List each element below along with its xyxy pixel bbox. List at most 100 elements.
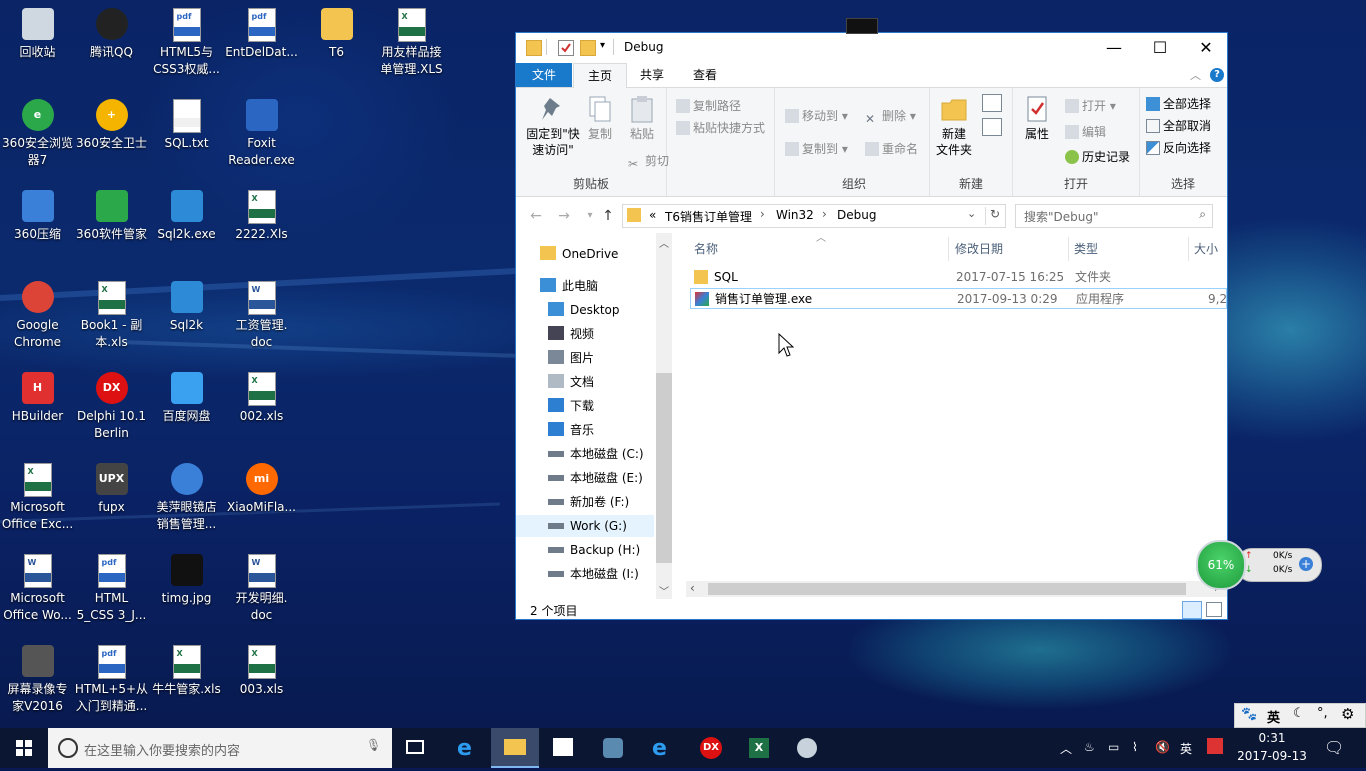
- new-item-icon[interactable]: [982, 94, 1002, 112]
- taskbar-file-explorer[interactable]: [491, 728, 539, 768]
- nav-item[interactable]: 图片: [516, 347, 654, 369]
- desktop-icon[interactable]: UPX fupx: [74, 457, 149, 545]
- breadcrumb-t6[interactable]: T6销售订单管理: [665, 208, 752, 225]
- navigation-pane[interactable]: OneDrive 此电脑 Desktop 视频 图片 文档 下载 音乐 本地磁盘 (C:) 本地磁…: [516, 233, 676, 599]
- desktop-icon[interactable]: H HBuilder: [0, 366, 75, 454]
- search-icon[interactable]: ⌕: [1199, 207, 1206, 222]
- desktop-icon[interactable]: Google Chrome: [0, 275, 75, 363]
- desktop-icon[interactable]: X 牛牛管家.xls: [149, 639, 224, 727]
- nav-scroll-thumb[interactable]: [656, 373, 672, 563]
- desktop-icon[interactable]: SQL.txt: [149, 93, 224, 181]
- start-button[interactable]: [0, 728, 48, 768]
- tray-app-icon[interactable]: ♨: [1084, 740, 1095, 754]
- address-dropdown-icon[interactable]: ⌄: [967, 207, 976, 220]
- paw-icon[interactable]: 🐾: [1241, 707, 1257, 722]
- file-row[interactable]: SQL 2017-07-15 16:25 文件夹: [690, 267, 1227, 288]
- maximize-button[interactable]: ☐: [1137, 33, 1183, 63]
- desktop-icon[interactable]: 360压缩: [0, 184, 75, 272]
- taskbar-excel[interactable]: X: [735, 728, 783, 768]
- file-row[interactable]: 销售订单管理.exe 2017-09-13 0:29 应用程序 9,27: [690, 288, 1227, 309]
- desktop-icon[interactable]: pdf HTML 5_CSS 3_J...: [74, 548, 149, 636]
- column-modified[interactable]: 修改日期: [955, 239, 1003, 259]
- action-center-icon[interactable]: 🗨: [1324, 738, 1344, 757]
- column-type[interactable]: 类型: [1074, 239, 1098, 259]
- plus-icon[interactable]: +: [1299, 557, 1313, 571]
- column-size[interactable]: 大小: [1194, 239, 1218, 259]
- properties-quick-icon[interactable]: [558, 40, 574, 56]
- easy-access-icon[interactable]: [982, 118, 1002, 136]
- nav-item[interactable]: 音乐: [516, 419, 654, 441]
- minimize-button[interactable]: —: [1091, 33, 1137, 63]
- h-scroll-thumb[interactable]: [708, 583, 1186, 595]
- taskbar-search-box[interactable]: 在这里输入你要搜索的内容 🎙: [48, 728, 392, 768]
- desktop-icon[interactable]: 回收站: [0, 2, 75, 90]
- nav-item[interactable]: OneDrive: [516, 243, 654, 265]
- desktop-icon[interactable]: 美萍眼镜店 销售管理...: [149, 457, 224, 545]
- invert-selection-button[interactable]: 反向选择: [1146, 138, 1211, 158]
- refresh-icon[interactable]: ↻: [990, 207, 1000, 221]
- column-divider[interactable]: [1068, 237, 1069, 261]
- title-bar[interactable]: ▾ Debug — ☐ ✕: [516, 33, 1227, 63]
- desktop-icon[interactable]: timg.jpg: [149, 548, 224, 636]
- desktop-icon[interactable]: pdf HTML+5+从 入门到精通...: [74, 639, 149, 727]
- nav-item[interactable]: 视频: [516, 323, 654, 345]
- history-button[interactable]: 历史记录: [1065, 147, 1130, 167]
- wifi-icon[interactable]: ⌇: [1132, 740, 1138, 754]
- punctuation-icon[interactable]: °,: [1317, 706, 1328, 721]
- desktop-icon[interactable]: Sql2k: [149, 275, 224, 363]
- up-button[interactable]: ↑: [596, 203, 620, 229]
- nav-item[interactable]: 此电脑: [516, 275, 654, 297]
- large-icons-view-icon[interactable]: [1206, 602, 1222, 617]
- desktop-icon[interactable]: X 002.xls: [224, 366, 299, 454]
- delete-button[interactable]: ✕ 删除 ▾: [865, 106, 916, 126]
- desktop-icon[interactable]: 腾讯QQ: [74, 2, 149, 90]
- taskbar-search-input[interactable]: 在这里输入你要搜索的内容: [84, 740, 240, 759]
- breadcrumb-separator-icon[interactable]: ›: [822, 207, 827, 221]
- horizontal-scrollbar[interactable]: ‹ ›: [686, 581, 1227, 597]
- properties-button[interactable]: 属性: [1017, 94, 1057, 142]
- select-none-button[interactable]: 全部取消: [1146, 116, 1211, 136]
- desktop-icon[interactable]: pdf EntDelDat...: [224, 2, 299, 90]
- column-name[interactable]: 名称: [694, 239, 718, 259]
- desktop-icon[interactable]: T6: [299, 2, 374, 90]
- nav-item[interactable]: Desktop: [516, 299, 654, 321]
- move-to-button[interactable]: 移动到 ▾: [785, 106, 848, 126]
- cut-button[interactable]: ✂ 剪切: [628, 151, 669, 171]
- taskbar-edge[interactable]: e: [443, 728, 491, 768]
- tray-ime-language[interactable]: 英: [1180, 740, 1192, 757]
- nav-item[interactable]: 文档: [516, 371, 654, 393]
- taskbar-store[interactable]: [539, 728, 587, 768]
- copy-to-button[interactable]: 复制到 ▾: [785, 139, 848, 159]
- edit-button[interactable]: 编辑: [1065, 122, 1106, 142]
- forward-button[interactable]: →: [552, 203, 576, 229]
- clock-time[interactable]: 0:31: [1240, 731, 1304, 745]
- desktop-icon[interactable]: X Microsoft Office Exc...: [0, 457, 75, 545]
- show-hidden-icons[interactable]: ︿: [1060, 740, 1072, 757]
- ime-language[interactable]: 英: [1267, 707, 1280, 726]
- scroll-down-icon[interactable]: ﹀: [659, 583, 669, 598]
- open-button[interactable]: 打开 ▾: [1065, 96, 1116, 116]
- tab-home[interactable]: 主页: [573, 63, 627, 89]
- nav-item[interactable]: 本地磁盘 (I:): [516, 563, 654, 585]
- volume-muted-icon[interactable]: 🔇: [1155, 740, 1170, 754]
- ime-toolbar[interactable]: 🐾 英 ☾ °, ⚙: [1234, 703, 1366, 728]
- tab-file[interactable]: 文件: [516, 63, 572, 87]
- nav-item[interactable]: 本地磁盘 (E:): [516, 467, 654, 489]
- nav-item[interactable]: 本地磁盘 (C:): [516, 443, 654, 465]
- select-all-button[interactable]: 全部选择: [1146, 94, 1211, 114]
- tab-view[interactable]: 查看: [679, 63, 731, 87]
- file-list[interactable]: ︿ 名称 修改日期 类型 大小 SQL 2017-07-15 16:25 文件夹 销售…: [686, 233, 1227, 593]
- column-divider[interactable]: [948, 237, 949, 261]
- desktop-icon[interactable]: 屏幕录像专 家V2016: [0, 639, 75, 727]
- details-view-icon[interactable]: [1182, 601, 1202, 619]
- desktop-icon[interactable]: +360安全卫士: [74, 93, 149, 181]
- copy-button[interactable]: 复制: [582, 94, 618, 142]
- desktop-icon[interactable]: pdf HTML5与 CSS3权威...: [149, 2, 224, 90]
- breadcrumb-win32[interactable]: Win32: [776, 208, 814, 222]
- search-box[interactable]: 搜索"Debug" ⌕: [1015, 204, 1213, 228]
- tab-share[interactable]: 共享: [627, 63, 677, 87]
- new-folder-quick-icon[interactable]: [580, 40, 596, 56]
- taskbar-app-robot[interactable]: [589, 728, 637, 768]
- help-icon[interactable]: ?: [1210, 68, 1224, 82]
- network-monitor-widget[interactable]: ↑ 0K/s ↓ 0K/s + 61%: [1196, 540, 1322, 590]
